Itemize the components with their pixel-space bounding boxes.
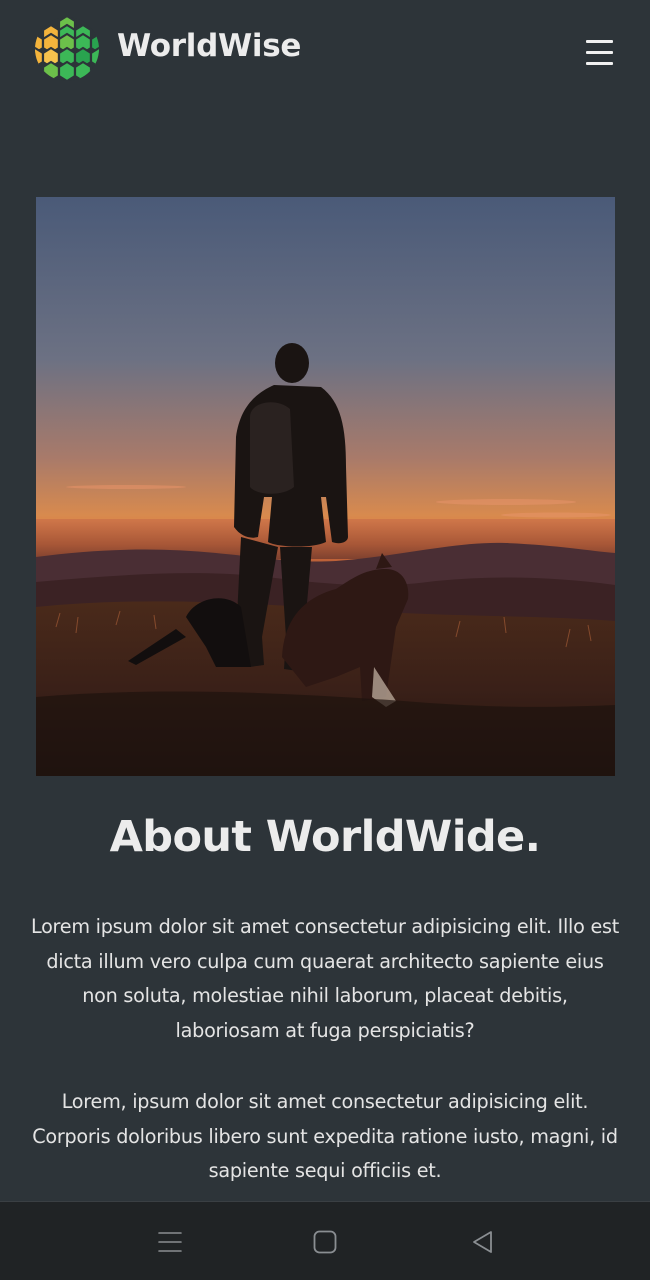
brand-name[interactable]: WorldWise [117,28,301,64]
about-title: About WorldWide. [109,812,541,862]
recent-apps-icon[interactable] [140,1202,200,1280]
system-navigation-bar [0,1201,650,1280]
worldwise-logo-icon[interactable] [34,16,100,82]
hero-image [36,197,615,776]
hamburger-menu-icon[interactable] [584,38,614,70]
page: WorldWise About WorldWide. Lorem ipsum d… [0,0,650,1280]
back-icon[interactable] [452,1202,512,1280]
about-paragraph-2: Lorem, ipsum dolor sit amet consectetur … [32,1090,618,1183]
app-header: WorldWise [0,0,650,104]
about-paragraph-1: Lorem ipsum dolor sit amet consectetur a… [30,915,620,1043]
home-icon[interactable] [295,1202,355,1280]
